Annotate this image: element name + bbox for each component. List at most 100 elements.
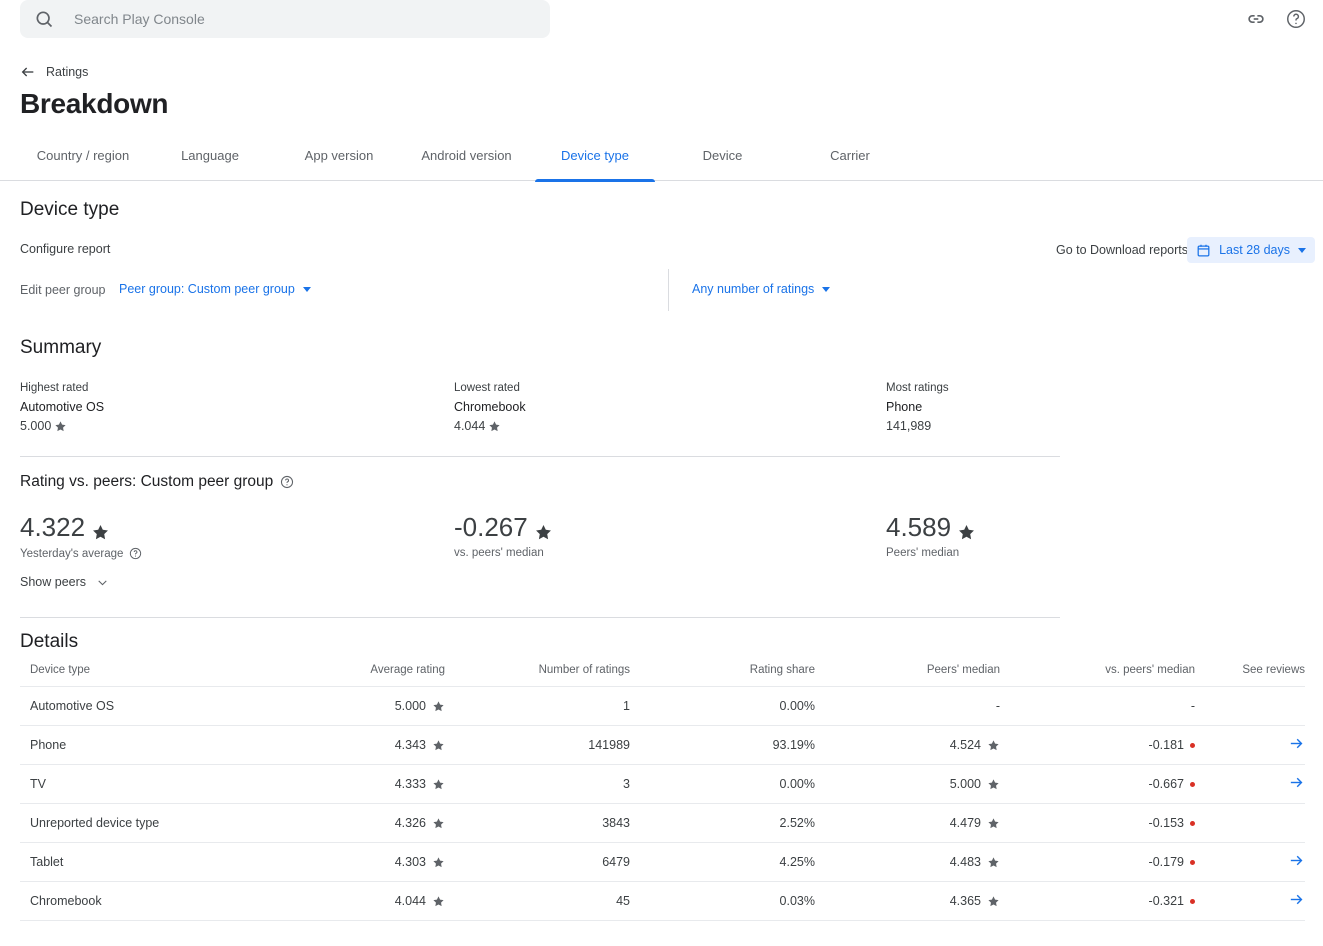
- tab-language[interactable]: Language: [160, 148, 260, 181]
- cell-average-rating: 4.326: [295, 804, 445, 843]
- configure-report-label: Configure report: [20, 242, 110, 256]
- cell-peers-median: 4.483: [815, 843, 1000, 882]
- cell-peers-median: 5.000: [815, 765, 1000, 804]
- cell-device-type: Phone: [20, 726, 295, 765]
- peer-metric-value: 4.589: [886, 512, 951, 542]
- peer-group-dropdown[interactable]: Peer group: Custom peer group: [119, 282, 311, 296]
- see-reviews-arrow-icon[interactable]: [1288, 780, 1305, 794]
- cell-see-reviews: [1195, 882, 1305, 921]
- calendar-icon: [1196, 243, 1211, 258]
- search-box[interactable]: [20, 0, 550, 38]
- summary-card-value-row: 5.000: [20, 419, 104, 433]
- tab-label: Device type: [561, 148, 629, 163]
- tab-device-type[interactable]: Device type: [535, 148, 655, 181]
- table-row: TV4.33330.00%5.000-0.667: [20, 765, 1305, 804]
- peer-metric-value: 4.322: [20, 512, 85, 542]
- summary-card-highest-rated: Highest rated Automotive OS 5.000: [20, 382, 104, 433]
- summary-card-value: 5.000: [20, 419, 51, 433]
- link-icon[interactable]: [1245, 8, 1267, 30]
- edit-peer-group-label: Edit peer group: [20, 283, 105, 297]
- tab-app-version[interactable]: App version: [285, 148, 393, 181]
- negative-indicator-dot: [1190, 899, 1195, 904]
- summary-card-label: Lowest rated: [454, 382, 526, 394]
- star-icon: [488, 420, 501, 433]
- see-reviews-arrow-icon[interactable]: [1288, 858, 1305, 872]
- peer-group-dropdown-label: Peer group: Custom peer group: [119, 282, 295, 296]
- tab-label: Country / region: [37, 148, 130, 163]
- show-peers-toggle[interactable]: Show peers: [20, 575, 109, 589]
- peer-metric-0: 4.322 Yesterday's average: [20, 512, 143, 561]
- summary-card-value: 141,989: [886, 419, 931, 433]
- cell-vs-peers-median: -0.667: [1000, 765, 1195, 804]
- negative-indicator-dot: [1190, 821, 1195, 826]
- cell-rating-share: 93.19%: [630, 726, 815, 765]
- cell-see-reviews: [1195, 726, 1305, 765]
- cell-device-type: Unreported device type: [20, 804, 295, 843]
- tab-country-region[interactable]: Country / region: [20, 148, 146, 181]
- vs-peers-median-value: -0.667: [1149, 777, 1184, 791]
- page-title: Breakdown: [20, 88, 168, 120]
- vs-peers-median-value: -0.181: [1149, 738, 1184, 752]
- help-circle-icon[interactable]: [1285, 8, 1307, 30]
- vs-peers-median-value: -0.321: [1149, 894, 1184, 908]
- cell-device-type: TV: [20, 765, 295, 804]
- help-circle-icon[interactable]: [280, 475, 294, 489]
- column-header-see-reviews: See reviews: [1195, 664, 1305, 687]
- chevron-down-icon: [1298, 248, 1306, 253]
- cell-vs-peers-median: -: [1000, 687, 1195, 726]
- download-reports-link[interactable]: Go to Download reports: [1056, 243, 1188, 257]
- filter-divider: [668, 269, 669, 311]
- peer-metric-label: vs. peers' median: [454, 547, 544, 559]
- average-rating-value: 4.333: [395, 777, 426, 791]
- summary-card-name: Automotive OS: [20, 400, 104, 414]
- tab-label: Language: [181, 148, 239, 163]
- summary-card-most-ratings: Most ratingsPhone141,989: [886, 382, 949, 433]
- summary-card-value-row: 4.044: [454, 419, 526, 433]
- see-reviews-arrow-icon[interactable]: [1288, 897, 1305, 911]
- tab-android-version[interactable]: Android version: [400, 148, 533, 181]
- peer-metric-value-row: -0.267: [454, 512, 553, 542]
- summary-heading: Summary: [20, 337, 101, 359]
- cell-see-reviews: [1195, 765, 1305, 804]
- ratings-count-dropdown[interactable]: Any number of ratings: [692, 282, 830, 296]
- breadcrumb[interactable]: Ratings: [20, 64, 88, 80]
- peer-metric-label-row: vs. peers' median: [454, 547, 553, 559]
- negative-indicator-dot: [1190, 860, 1195, 865]
- peers-median-value: -: [996, 699, 1000, 713]
- summary-card-name: Phone: [886, 400, 949, 414]
- tab-carrier[interactable]: Carrier: [795, 148, 905, 181]
- vs-peers-median-group: -0.179: [1149, 855, 1195, 869]
- peers-median-value: 4.483: [950, 855, 981, 869]
- star-icon: [432, 778, 445, 791]
- star-icon: [957, 518, 976, 537]
- see-reviews-arrow-icon[interactable]: [1288, 741, 1305, 755]
- help-circle-icon[interactable]: [129, 547, 143, 561]
- column-header-rating-share: Rating share: [630, 664, 815, 687]
- cell-see-reviews: [1195, 687, 1305, 726]
- details-heading: Details: [20, 631, 78, 653]
- top-bar-actions: [1245, 8, 1307, 30]
- search-input[interactable]: [72, 10, 512, 28]
- average-rating-value-group: 4.303: [395, 855, 445, 869]
- peer-metric-label: Yesterday's average: [20, 548, 123, 560]
- vs-peers-median-group: -0.321: [1149, 894, 1195, 908]
- cell-rating-share: 0.00%: [630, 765, 815, 804]
- cell-vs-peers-median: -0.179: [1000, 843, 1195, 882]
- rating-vs-peers-heading: Rating vs. peers: Custom peer group: [20, 473, 294, 491]
- star-icon: [54, 420, 67, 433]
- summary-card-value: 4.044: [454, 419, 485, 433]
- average-rating-value: 4.326: [395, 816, 426, 830]
- tab-device[interactable]: Device: [665, 148, 780, 181]
- chevron-down-icon: [822, 287, 830, 292]
- average-rating-value: 4.343: [395, 738, 426, 752]
- date-range-chip[interactable]: Last 28 days: [1187, 237, 1315, 263]
- summary-card-name: Chromebook: [454, 400, 526, 414]
- negative-indicator-dot: [1190, 743, 1195, 748]
- cell-rating-share: 2.52%: [630, 804, 815, 843]
- cell-see-reviews: [1195, 843, 1305, 882]
- cell-device-type: Chromebook: [20, 882, 295, 921]
- peer-metric-label-row: Peers' median: [886, 547, 976, 559]
- cell-average-rating: 4.333: [295, 765, 445, 804]
- cell-vs-peers-median: -0.181: [1000, 726, 1195, 765]
- summary-card-label: Highest rated: [20, 382, 104, 394]
